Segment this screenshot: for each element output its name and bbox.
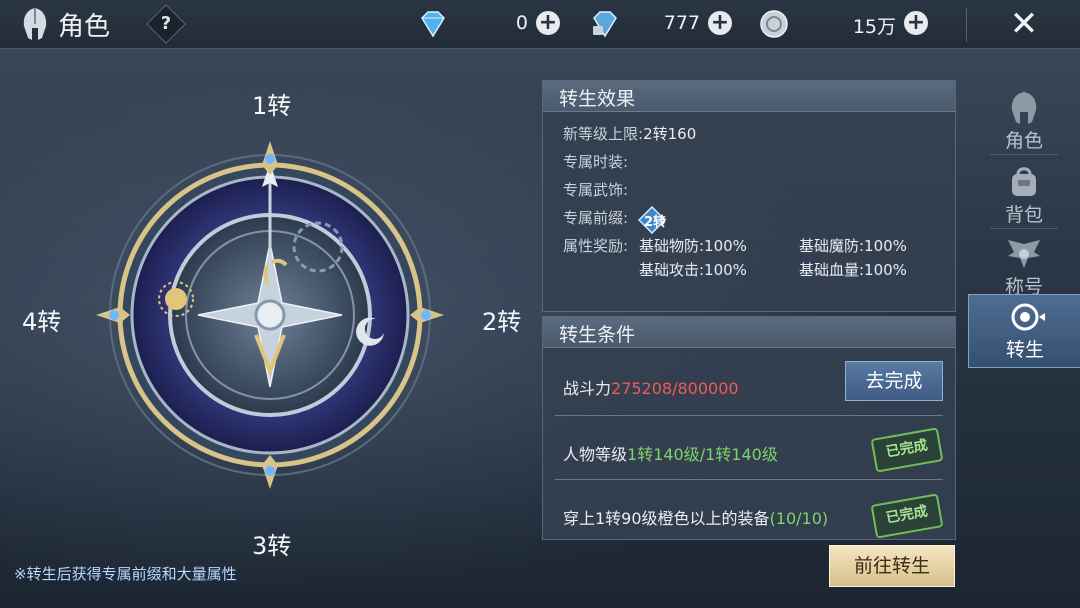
conditions-heading: 转生条件 [559, 324, 636, 346]
ornament-label: 专属武饰: [563, 181, 629, 199]
effects-heading: 转生效果 [559, 88, 636, 110]
top-bar: 角色 ? 0 + 777 + 15万 + ✕ [0, 0, 1080, 49]
effects-header: 转生效果 [543, 81, 955, 112]
level-label: 人物等级 [563, 445, 628, 464]
silver-amount: 15万 [852, 16, 896, 38]
go-rebirth-button[interactable]: 前往转生 [829, 545, 955, 587]
level-cap-label: 新等级上限: [563, 125, 644, 143]
conditions-panel: 转生条件 战斗力275208/800000 去完成 人物等级1转140级/1转1… [542, 316, 956, 540]
helmet-icon [1011, 92, 1037, 124]
tab-rebirth-label: 转生 [1005, 339, 1044, 361]
power-value: 275208/800000 [611, 379, 739, 398]
row-divider [555, 415, 943, 416]
row-divider [555, 479, 943, 480]
turn-label-1: 1转 [252, 92, 292, 120]
completed-stamp: 已完成 [870, 493, 944, 539]
rebirth-footnote: ※转生后获得专属前缀和大量属性 [14, 565, 237, 583]
bound-diamond-amount: 777 [663, 12, 700, 34]
conditions-header: 转生条件 [543, 317, 955, 348]
power-label: 战斗力 [563, 379, 612, 398]
rebirth-icon [1011, 303, 1045, 331]
diamond-icon [421, 11, 445, 38]
currency-silver: 15万 + [758, 8, 930, 40]
equip-label: 穿上1转90级橙色以上的装备 [563, 509, 770, 528]
equip-value: (10/10) [769, 509, 829, 528]
tab-title[interactable]: 称号 [982, 232, 1066, 300]
tab-character-label: 角色 [1004, 130, 1043, 152]
turn-label-3: 3转 [252, 532, 292, 560]
add-silver-button[interactable]: + [904, 11, 928, 35]
tab-rebirth[interactable]: 转生 [968, 294, 1080, 368]
silver-coin-icon [760, 10, 788, 38]
helmet-icon [23, 8, 47, 40]
turn-label-4: 4转 [22, 308, 62, 336]
bound-diamond-icon [593, 11, 617, 38]
costume-label: 专属时装: [563, 153, 629, 171]
tab-divider [990, 154, 1058, 155]
tab-bag-label: 背包 [1004, 204, 1043, 226]
attr-mag-def: 基础魔防:100% [799, 237, 907, 255]
attr-attack: 基础攻击:100% [639, 261, 747, 279]
effects-panel: 转生效果 新等级上限:2转160 专属时装: 专属武饰: 专属前缀: 属性奖励:… [542, 80, 956, 312]
close-button[interactable]: ✕ [1004, 4, 1044, 44]
attr-label: 属性奖励: [563, 237, 629, 255]
attr-hp: 基础血量:100% [799, 261, 907, 279]
side-tabs: 角色 背包 称号 转生 [968, 80, 1080, 380]
level-cap-value: 2转160 [643, 125, 697, 143]
bag-icon [1012, 167, 1036, 196]
level-row: 人物等级1转140级/1转140级 [563, 441, 778, 465]
currency-diamond: 0 + [416, 8, 564, 40]
add-bound-diamond-button[interactable]: + [708, 11, 732, 35]
turn-label-2: 2转 [482, 308, 522, 336]
add-diamond-button[interactable]: + [536, 11, 560, 35]
equip-row: 穿上1转90级橙色以上的装备(10/10) [563, 505, 828, 529]
level-cap-row: 新等级上限:2转160 [563, 123, 696, 144]
goto-complete-button[interactable]: 去完成 [845, 361, 943, 401]
tab-divider [990, 228, 1058, 229]
completed-stamp: 已完成 [870, 427, 944, 473]
top-divider [966, 8, 967, 42]
prefix-badge: 2转 [637, 205, 667, 235]
page-title: 角色 [58, 12, 111, 42]
power-row: 战斗力275208/800000 [563, 375, 739, 399]
rebirth-compass [96, 141, 444, 489]
tab-bag[interactable]: 背包 [982, 160, 1066, 228]
wings-badge-icon [1008, 240, 1040, 268]
prefix-label: 专属前缀: [563, 209, 629, 227]
help-button[interactable]: ? [146, 4, 186, 44]
help-icon: ? [160, 13, 172, 34]
prefix-badge-text: 2转 [644, 215, 667, 230]
diamond-amount: 0 [515, 12, 528, 34]
level-value: 1转140级/1转140级 [627, 445, 778, 464]
tab-character[interactable]: 角色 [982, 86, 1066, 154]
attr-phys-def: 基础物防:100% [639, 237, 747, 255]
currency-bound-diamond: 777 + [588, 8, 736, 40]
